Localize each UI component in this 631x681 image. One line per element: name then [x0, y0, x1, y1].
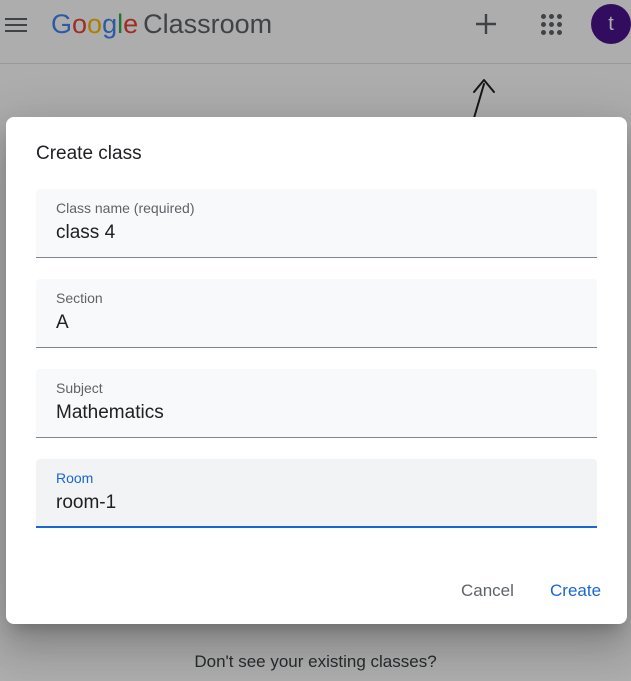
dialog-title: Create class	[36, 143, 142, 164]
class-name-field[interactable]: Class name (required) class 4	[36, 189, 597, 258]
subject-label: Subject	[56, 380, 103, 396]
section-label: Section	[56, 290, 103, 306]
room-input[interactable]: room-1	[56, 491, 116, 515]
create-button[interactable]: Create	[546, 577, 605, 605]
room-label: Room	[56, 470, 94, 486]
room-field[interactable]: Room room-1	[36, 459, 597, 528]
section-field[interactable]: Section A	[36, 279, 597, 348]
cancel-button[interactable]: Cancel	[457, 577, 518, 605]
subject-input[interactable]: Mathematics	[56, 401, 164, 425]
class-name-input[interactable]: class 4	[56, 221, 115, 245]
subject-field[interactable]: Subject Mathematics	[36, 369, 597, 438]
class-name-label: Class name (required)	[56, 200, 195, 216]
section-input[interactable]: A	[56, 311, 69, 335]
create-class-dialog: Create class Class name (required) class…	[6, 117, 627, 624]
